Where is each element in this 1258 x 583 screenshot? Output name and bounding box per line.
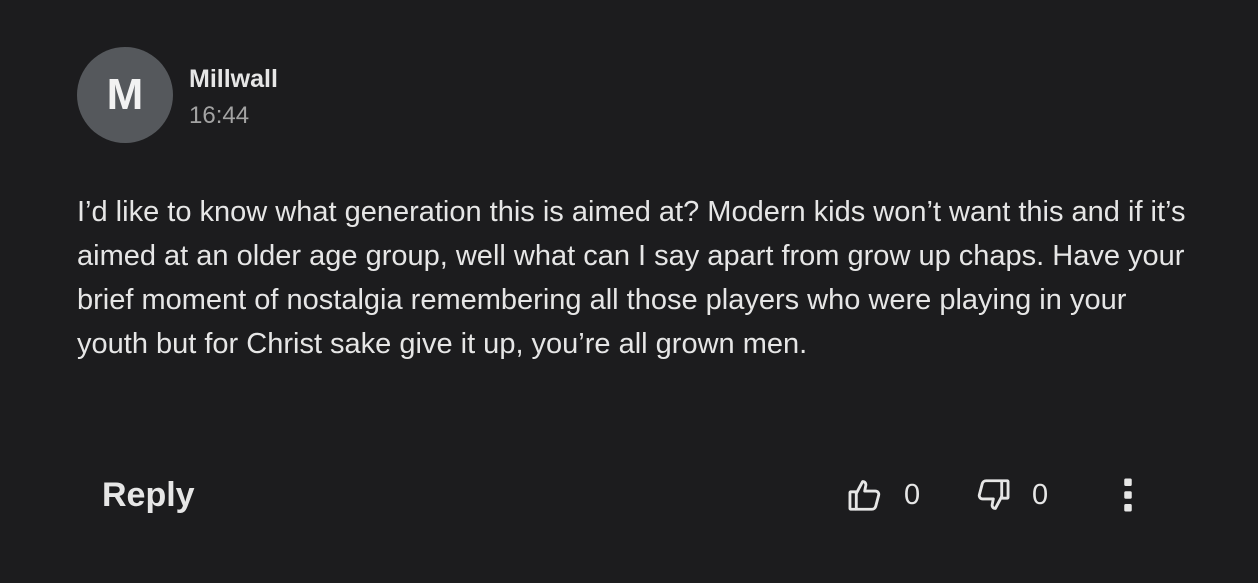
downvote-button[interactable]: 0	[974, 470, 1048, 520]
more-options-button[interactable]	[1108, 470, 1148, 520]
comment-body: I’d like to know what generation this is…	[77, 196, 1186, 360]
downvote-count: 0	[1032, 479, 1049, 511]
comment-timestamp: 16:44	[189, 102, 250, 129]
thumbs-up-icon	[846, 476, 884, 514]
thumbs-down-icon	[974, 476, 1012, 514]
upvote-count: 0	[904, 479, 921, 511]
comment-author: Millwall	[189, 65, 278, 93]
avatar: M	[77, 47, 173, 143]
avatar-initial: M	[106, 70, 144, 119]
upvote-button[interactable]: 0	[846, 470, 920, 520]
reply-button[interactable]: Reply	[88, 468, 209, 522]
comment-card: M Millwall 16:44 I’d like to know what g…	[0, 0, 1258, 583]
more-vertical-icon	[1122, 477, 1134, 513]
